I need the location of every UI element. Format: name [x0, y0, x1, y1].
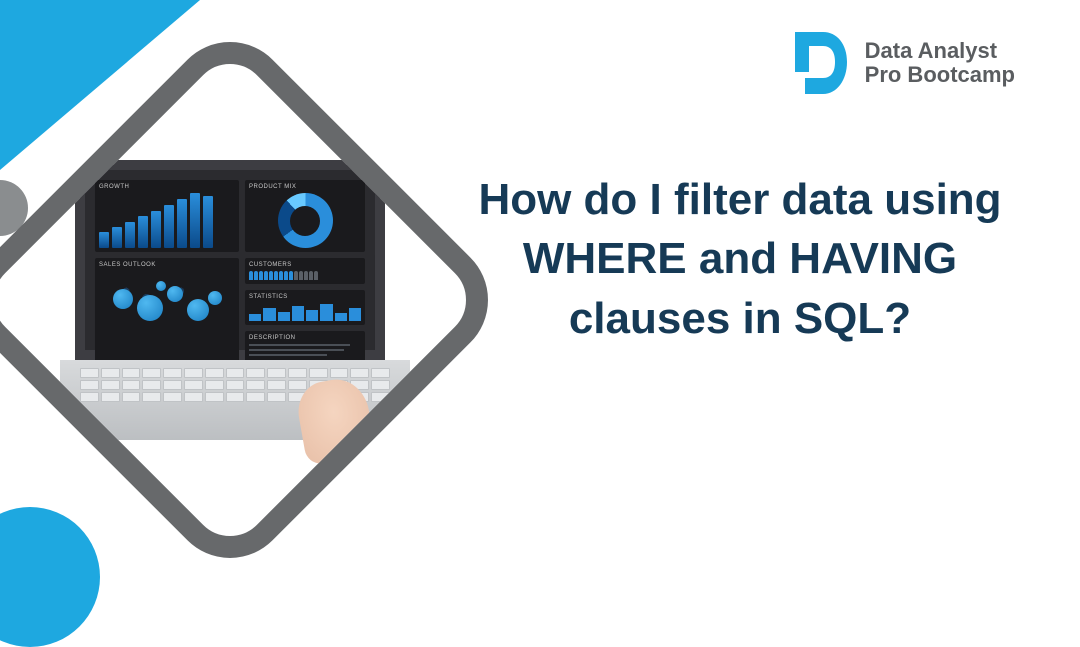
statistics-label: STATISTICS — [249, 294, 361, 300]
laptop: GROWTH PRODUCT MIX CUSTOMERS — [60, 160, 400, 440]
laptop-keyboard — [60, 360, 410, 440]
product-mix-panel: PRODUCT MIX — [245, 180, 365, 252]
donut-chart-icon — [278, 193, 333, 248]
people-icons — [249, 271, 361, 280]
logo-mark-icon — [787, 28, 851, 98]
growth-panel: GROWTH — [95, 180, 239, 252]
brand-line-2: Pro Bootcamp — [865, 63, 1015, 87]
bar-chart-icon — [99, 193, 235, 248]
description-panel: DESCRIPTION — [245, 331, 365, 363]
mini-bars-icon — [249, 303, 361, 321]
brand-logo: Data Analyst Pro Bootcamp — [787, 28, 1015, 98]
laptop-screen-dashboard: GROWTH PRODUCT MIX CUSTOMERS — [75, 160, 385, 360]
growth-label: GROWTH — [99, 184, 235, 190]
text-lines-icon — [249, 344, 361, 356]
brand-name: Data Analyst Pro Bootcamp — [865, 39, 1015, 87]
customers-label: CUSTOMERS — [249, 262, 361, 268]
world-map-icon — [99, 271, 235, 321]
description-label: DESCRIPTION — [249, 335, 361, 341]
customers-panel: CUSTOMERS — [245, 258, 365, 284]
statistics-panel: STATISTICS — [245, 290, 365, 325]
decorative-blue-circle — [0, 507, 100, 647]
sales-outlook-panel: SALES OUTLOOK — [95, 258, 239, 363]
main-headline: How do I filter data using WHERE and HAV… — [460, 170, 1020, 348]
brand-line-1: Data Analyst — [865, 39, 1015, 63]
product-mix-label: PRODUCT MIX — [249, 184, 361, 190]
sales-outlook-label: SALES OUTLOOK — [99, 262, 235, 268]
